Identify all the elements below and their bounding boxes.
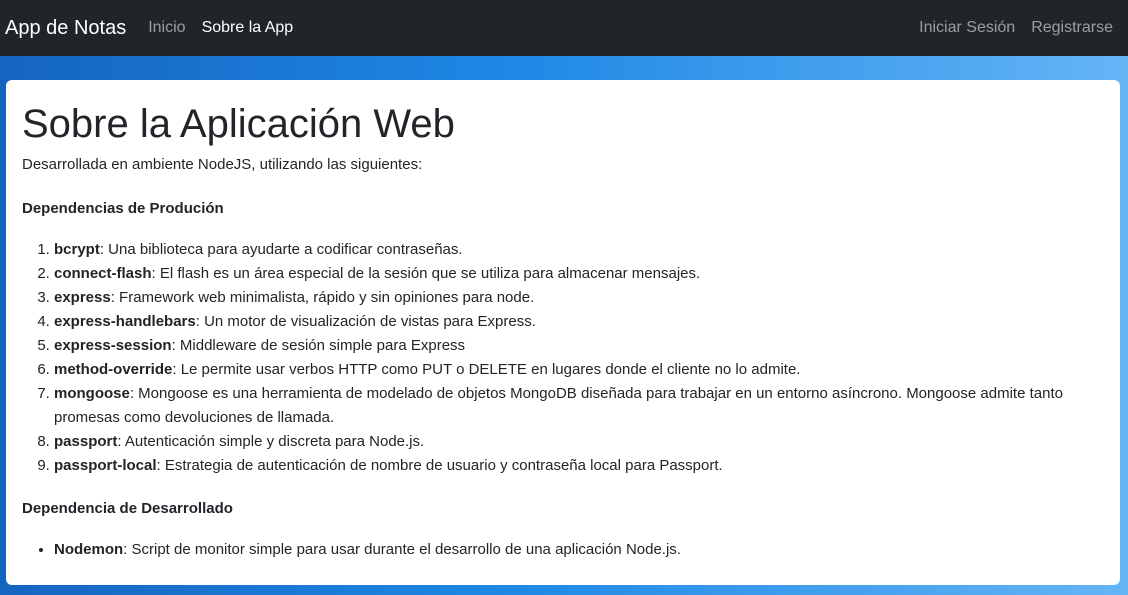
- dep-name: mongoose: [54, 385, 130, 402]
- nav-link-iniciar-sesion[interactable]: Iniciar Sesión: [919, 19, 1015, 37]
- dep-desc: : Una biblioteca para ayudarte a codific…: [99, 241, 463, 258]
- dep-desc: : Mongoose es una herramienta de modelad…: [54, 385, 1063, 426]
- list-item: express-handlebars: Un motor de visualiz…: [54, 310, 1104, 334]
- dep-name: express-handlebars: [54, 313, 196, 330]
- dep-name: passport-local: [54, 457, 157, 474]
- dep-desc: : Autenticación simple y discreta para N…: [117, 433, 425, 450]
- list-item: passport-local: Estrategia de autenticac…: [54, 454, 1104, 478]
- page-title: Sobre la Aplicación Web: [22, 102, 455, 146]
- nav-link-inicio[interactable]: Inicio: [148, 19, 185, 37]
- dep-desc: : El flash es un área especial de la ses…: [151, 265, 701, 282]
- nav-link-sobre-la-app[interactable]: Sobre la App: [202, 19, 294, 37]
- dep-desc: : Middleware de sesión simple para Expre…: [171, 337, 466, 354]
- intro-text: Desarrollada en ambiente NodeJS, utiliza…: [22, 156, 423, 173]
- list-item: mongoose: Mongoose es una herramienta de…: [54, 382, 1104, 430]
- dep-desc: : Script de monitor simple para usar dur…: [123, 541, 681, 558]
- dev-deps-heading: Dependencia de Desarrollado: [22, 500, 233, 517]
- dep-name: Nodemon: [54, 541, 124, 558]
- prod-deps-list: bcrypt: Una biblioteca para ayudarte a c…: [22, 238, 1104, 478]
- dep-desc: : Le permite usar verbos HTTP como PUT o…: [172, 361, 801, 378]
- dep-name: express: [54, 289, 111, 306]
- list-item: Nodemon: Script de monitor simple para u…: [54, 538, 1104, 562]
- list-item: connect-flash: El flash es un área espec…: [54, 262, 1104, 286]
- prod-deps-heading: Dependencias de Produción: [22, 200, 224, 217]
- dep-name: method-override: [54, 361, 173, 378]
- navbar-right: Iniciar Sesión Registrarse: [903, 19, 1123, 37]
- list-item: passport: Autenticación simple y discret…: [54, 430, 1104, 454]
- dep-desc: : Framework web minimalista, rápido y si…: [110, 289, 535, 306]
- list-item: express-session: Middleware de sesión si…: [54, 334, 1104, 358]
- dev-deps-list: Nodemon: Script de monitor simple para u…: [22, 538, 1104, 562]
- dep-name: passport: [54, 433, 118, 450]
- navbar: App de Notas Inicio Sobre la App Iniciar…: [0, 0, 1128, 56]
- list-item: method-override: Le permite usar verbos …: [54, 358, 1104, 382]
- dep-name: express-session: [54, 337, 172, 354]
- dep-desc: : Estrategia de autenticación de nombre …: [156, 457, 723, 474]
- navbar-brand[interactable]: App de Notas: [5, 17, 126, 40]
- dep-desc: : Un motor de visualización de vistas pa…: [195, 313, 536, 330]
- list-item: bcrypt: Una biblioteca para ayudarte a c…: [54, 238, 1104, 262]
- dep-name: bcrypt: [54, 241, 100, 258]
- dep-name: connect-flash: [54, 265, 152, 282]
- list-item: express: Framework web minimalista, rápi…: [54, 286, 1104, 310]
- nav-link-registrarse[interactable]: Registrarse: [1031, 19, 1113, 37]
- about-card: Sobre la Aplicación Web Desarrollada en …: [6, 80, 1120, 585]
